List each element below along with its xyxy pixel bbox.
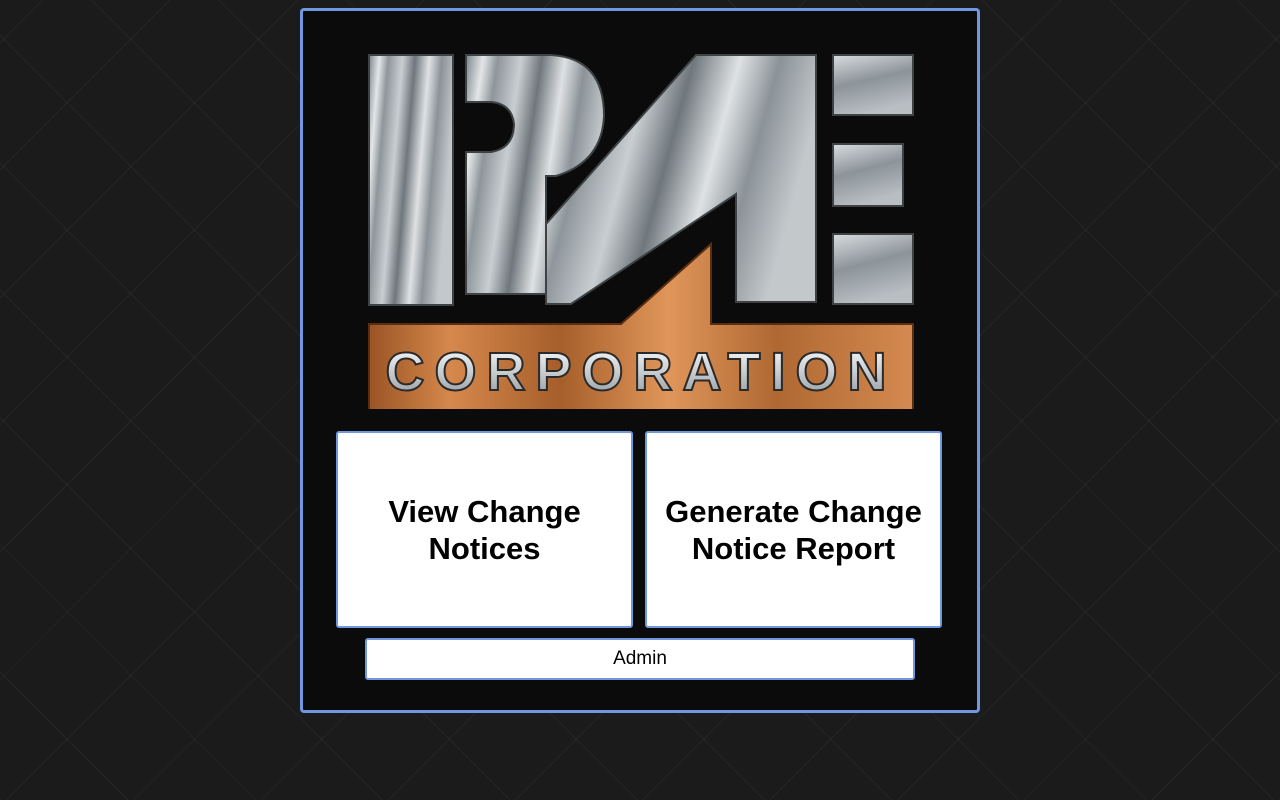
admin-button[interactable]: Admin [365,638,915,680]
logo-steel-bar [368,54,454,306]
logo-square-bottom [832,233,914,305]
view-change-notices-button[interactable]: View Change Notices [336,431,633,628]
logo-square-middle [832,143,904,207]
main-panel: CORPORATION View Change Notices Generate… [300,8,980,713]
logo-square-top [832,54,914,116]
company-logo: CORPORATION [366,44,916,409]
generate-change-notice-report-button[interactable]: Generate Change Notice Report [645,431,942,628]
logo-wordmark: CORPORATION [386,342,897,402]
